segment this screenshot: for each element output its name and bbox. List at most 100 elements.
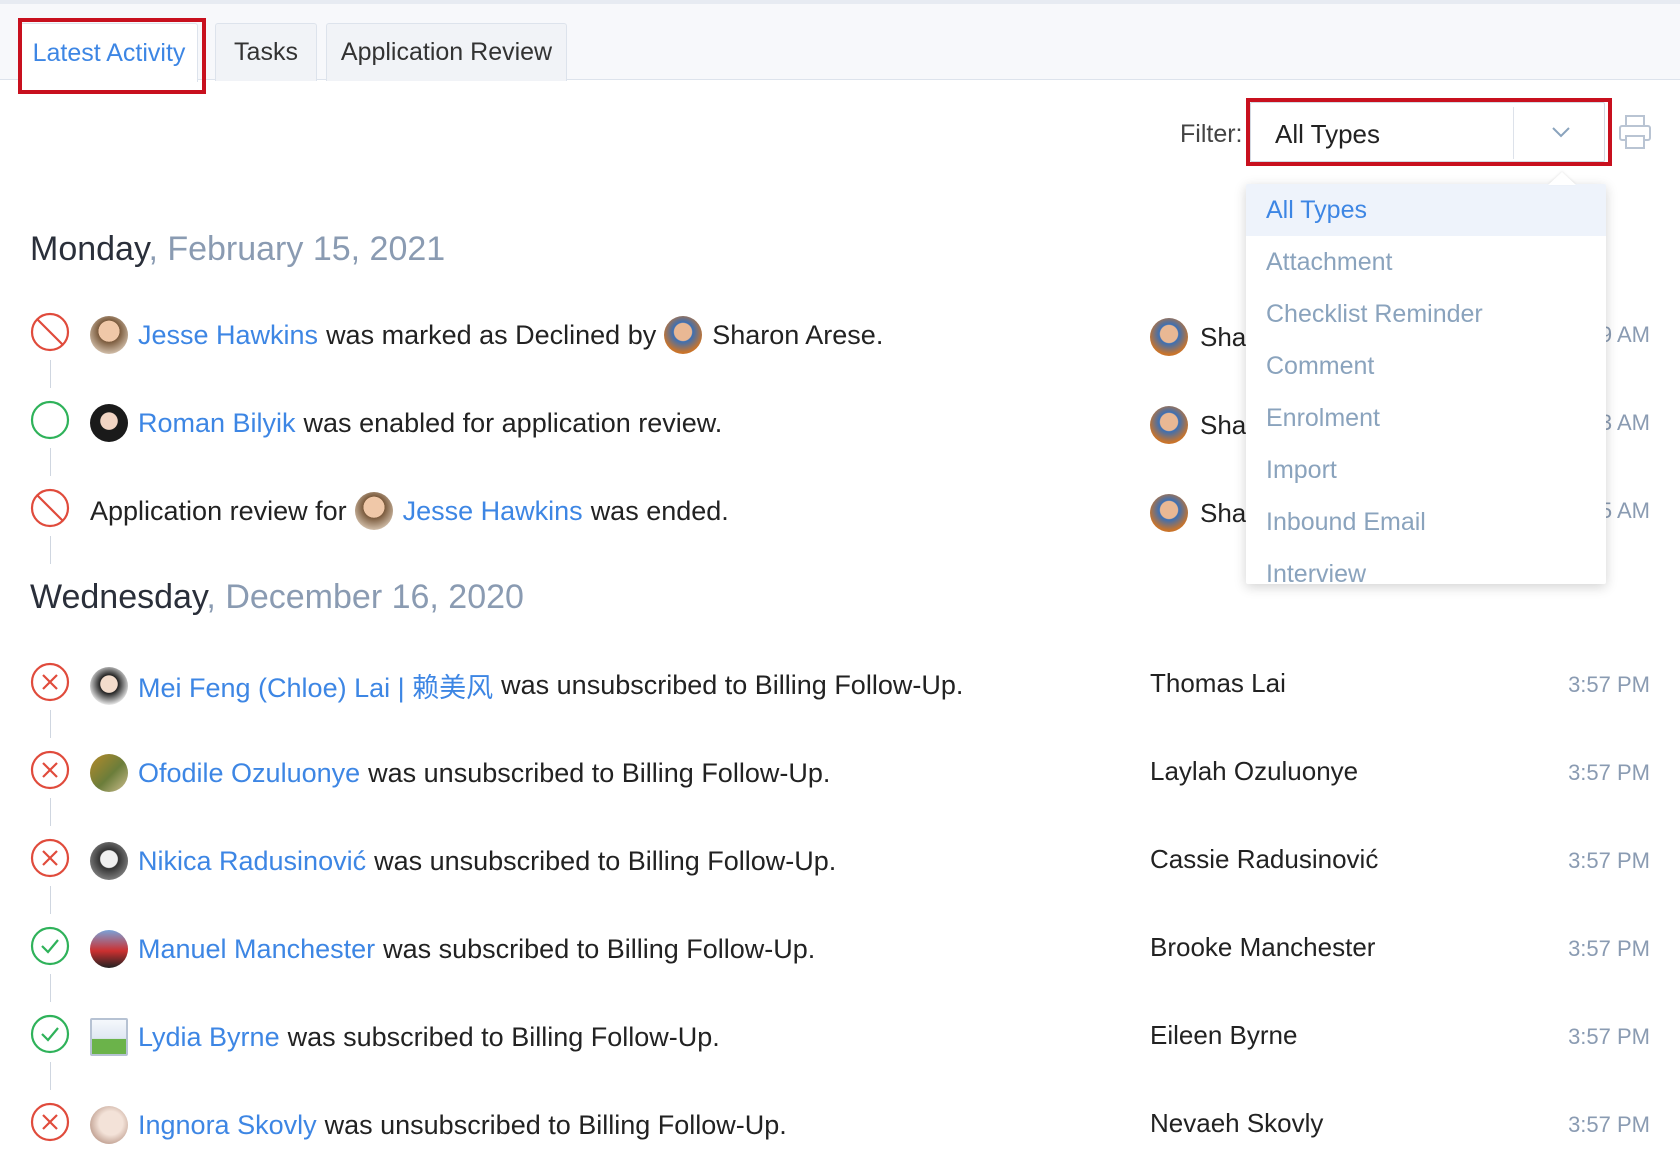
activity-actor: Sha: [1150, 406, 1246, 444]
actor-name: Thomas Lai: [1150, 668, 1286, 698]
avatar: [354, 492, 393, 530]
avatar: [90, 1106, 128, 1144]
menu-item-import[interactable]: Import: [1246, 444, 1606, 496]
person-link[interactable]: Jesse Hawkins: [403, 496, 583, 527]
avatar: [90, 316, 128, 354]
timeline-connector: [50, 448, 51, 476]
avatar: [664, 316, 703, 354]
activity-actor: Sha: [1150, 318, 1246, 356]
menu-item-inbound-email[interactable]: Inbound Email: [1246, 496, 1606, 548]
activity-description: was unsubscribed to Billing Follow-Up.: [368, 757, 831, 788]
activity-row: Manuel Manchester was subscribed to Bill…: [0, 914, 1680, 1002]
printer-icon[interactable]: [1618, 114, 1652, 150]
person-link[interactable]: Jesse Hawkins: [138, 320, 318, 351]
check-circle-icon: [30, 1014, 70, 1054]
filter-dropdown-menu: All Types Attachment Checklist Reminder …: [1246, 184, 1606, 584]
timeline-connector: [50, 886, 51, 914]
actor-name: Sha: [1200, 321, 1247, 352]
activity-time: 5 AM: [1599, 498, 1650, 523]
image-placeholder-icon: [90, 1018, 128, 1056]
activity-actor: Eileen Byrne: [1150, 1020, 1297, 1051]
actor-name: Brooke Manchester: [1150, 932, 1376, 962]
menu-item-interview[interactable]: Interview: [1246, 548, 1606, 585]
tab-tasks[interactable]: Tasks: [215, 23, 317, 81]
day-header: Wednesday, December 16, 2020: [30, 578, 524, 617]
x-circle-icon: [30, 838, 70, 878]
activity-time: 3:57 PM: [1568, 672, 1650, 697]
filter-select[interactable]: All Types: [1250, 102, 1605, 162]
activity-time: 3:57 PM: [1568, 1112, 1650, 1137]
activity-description: was ended.: [590, 495, 729, 526]
check-circle-icon: [30, 926, 70, 966]
activity-actor: Cassie Radusinović: [1150, 844, 1378, 875]
tab-application-review[interactable]: Application Review: [326, 23, 567, 81]
person-link[interactable]: Lydia Byrne: [138, 1022, 280, 1053]
timeline-connector: [50, 798, 51, 826]
person-link[interactable]: Mei Feng (Chloe) Lai | 赖美风: [138, 666, 493, 705]
activity-description: was subscribed to Billing Follow-Up.: [383, 933, 816, 964]
x-circle-icon: [30, 662, 70, 702]
menu-item-enrolment[interactable]: Enrolment: [1246, 392, 1606, 444]
day-date: , December 16, 2020: [206, 578, 524, 616]
menu-item-attachment[interactable]: Attachment: [1246, 236, 1606, 288]
activity-description: was unsubscribed to Billing Follow-Up.: [324, 1109, 787, 1140]
actor-name: Sha: [1200, 497, 1247, 528]
avatar: [90, 404, 128, 442]
activity-text: Lydia Byrne was subscribed to Billing Fo…: [90, 1018, 720, 1056]
circle-icon: [30, 400, 70, 440]
activity-time: 9 AM: [1599, 322, 1650, 347]
person-link[interactable]: Ofodile Ozuluonye: [138, 758, 360, 789]
activity-by: Sharon Arese.: [712, 319, 884, 350]
menu-item-checklist-reminder[interactable]: Checklist Reminder: [1246, 288, 1606, 340]
avatar: [90, 754, 128, 792]
timeline-connector: [50, 710, 51, 738]
actor-name: Nevaeh Skovly: [1150, 1108, 1324, 1138]
x-circle-icon: [30, 1102, 70, 1142]
activity-actor: Thomas Lai: [1150, 668, 1286, 699]
person-link[interactable]: Manuel Manchester: [138, 934, 375, 965]
day-header: Monday, February 15, 2021: [30, 230, 445, 269]
timeline-connector: [50, 536, 51, 564]
activity-time: 3:57 PM: [1568, 936, 1650, 961]
avatar: [90, 666, 128, 705]
timeline-connector: [50, 974, 51, 1002]
person-link[interactable]: Roman Bilyik: [138, 408, 296, 439]
activity-text: Ingnora Skovly was unsubscribed to Billi…: [90, 1106, 787, 1144]
activity-actor: Brooke Manchester: [1150, 932, 1375, 963]
activity-actor: Nevaeh Skovly: [1150, 1108, 1323, 1139]
timeline-connector: [50, 360, 51, 388]
activity-prefix: Application review for: [90, 495, 347, 526]
person-link[interactable]: Nikica Radusinović: [138, 846, 366, 877]
avatar: [1150, 406, 1188, 444]
tab-bar: Latest Activity Tasks Application Review: [0, 4, 1680, 82]
actor-name: Eileen Byrne: [1150, 1020, 1298, 1050]
activity-time: 3:57 PM: [1568, 1024, 1650, 1049]
activity-text: Application review for Jesse Hawkins was…: [90, 492, 729, 530]
activity-row: Lydia Byrne was subscribed to Billing Fo…: [0, 1002, 1680, 1090]
activity-text: Nikica Radusinović was unsubscribed to B…: [90, 842, 836, 880]
activity-text: Roman Bilyik was enabled for application…: [90, 404, 722, 442]
actor-name: Laylah Ozuluonye: [1150, 756, 1359, 786]
activity-text: Mei Feng (Chloe) Lai | 赖美风 was unsubscri…: [90, 666, 963, 705]
activity-text: Manuel Manchester was subscribed to Bill…: [90, 930, 815, 968]
activity-description: was marked as Declined by: [326, 319, 657, 350]
menu-item-all-types[interactable]: All Types: [1246, 184, 1606, 236]
avatar: [1150, 494, 1188, 532]
actor-name: Cassie Radusinović: [1150, 844, 1379, 874]
activity-description: was unsubscribed to Billing Follow-Up.: [501, 670, 964, 700]
tab-latest-activity[interactable]: Latest Activity: [20, 23, 198, 82]
activity-description: was enabled for application review.: [303, 407, 723, 438]
activity-text: Ofodile Ozuluonye was unsubscribed to Bi…: [90, 754, 830, 792]
timeline-connector: [50, 1062, 51, 1090]
activity-row: Ingnora Skovly was unsubscribed to Billi…: [0, 1090, 1680, 1150]
day-date: , February 15, 2021: [148, 230, 446, 268]
day-weekday: Monday: [30, 230, 149, 268]
chevron-down-icon: [1552, 127, 1570, 138]
ban-icon: [30, 312, 70, 352]
menu-item-comment[interactable]: Comment: [1246, 340, 1606, 392]
person-link[interactable]: Ingnora Skovly: [138, 1110, 317, 1141]
avatar: [90, 930, 128, 968]
activity-row: Nikica Radusinović was unsubscribed to B…: [0, 826, 1680, 914]
filter-label: Filter:: [1180, 120, 1243, 148]
avatar: [1150, 318, 1188, 356]
